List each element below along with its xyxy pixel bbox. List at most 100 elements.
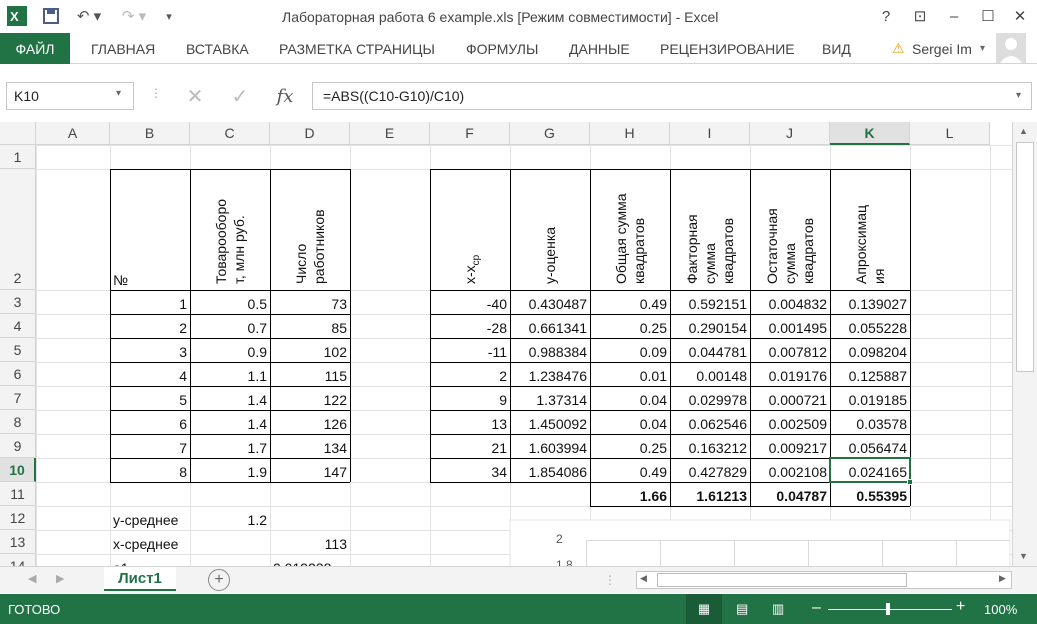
- column-header-d[interactable]: D: [270, 122, 350, 145]
- cell-f6[interactable]: 2: [430, 362, 510, 386]
- name-box[interactable]: K10: [6, 82, 134, 110]
- cell-f10[interactable]: 34: [430, 458, 510, 482]
- cell-c8[interactable]: 1.4: [190, 410, 270, 434]
- tab-file[interactable]: ФАЙЛ: [0, 33, 70, 64]
- maximize-button[interactable]: ☐: [974, 5, 1002, 27]
- row-header-6[interactable]: 6: [0, 362, 36, 386]
- cell-h4[interactable]: 0.25: [590, 314, 670, 338]
- cell-b6[interactable]: 4: [110, 362, 190, 386]
- column-header-j[interactable]: J: [750, 122, 830, 145]
- save-icon[interactable]: [38, 5, 64, 27]
- enter-icon[interactable]: ✓: [225, 82, 255, 110]
- cell-j9[interactable]: 0.009217: [750, 434, 830, 458]
- zoom-slider[interactable]: [828, 609, 952, 610]
- label-x-mean[interactable]: x-среднее: [110, 530, 190, 554]
- expand-formula-icon[interactable]: ▾: [1016, 90, 1021, 101]
- tab-data[interactable]: ДАННЫЕ: [569, 41, 630, 57]
- close-button[interactable]: ✕: [1006, 5, 1034, 27]
- header-residual-sum-squares[interactable]: Остаточная сумма квадратов: [750, 169, 830, 290]
- avatar[interactable]: [996, 33, 1026, 63]
- cell-i8[interactable]: 0.062546: [670, 410, 750, 434]
- chevron-down-icon[interactable]: ▾: [980, 43, 985, 54]
- normal-view-icon[interactable]: ▦: [686, 594, 722, 624]
- zoom-level[interactable]: 100%: [984, 602, 1017, 617]
- column-header-i[interactable]: I: [670, 122, 750, 145]
- value-y-mean[interactable]: 1.2: [190, 506, 270, 530]
- cell-d9[interactable]: 134: [270, 434, 350, 458]
- column-header-k[interactable]: K: [830, 122, 910, 145]
- cell-j3[interactable]: 0.004832: [750, 290, 830, 314]
- cell-j6[interactable]: 0.019176: [750, 362, 830, 386]
- row-header-13[interactable]: 13: [0, 530, 36, 554]
- horizontal-scrollbar[interactable]: ◀ ▶: [636, 571, 1012, 589]
- cell-h6[interactable]: 0.01: [590, 362, 670, 386]
- header-x-deviation[interactable]: x-xср: [430, 169, 510, 290]
- cell-f9[interactable]: 21: [430, 434, 510, 458]
- help-button[interactable]: ?: [872, 5, 900, 27]
- cell-g9[interactable]: 1.603994: [510, 434, 590, 458]
- label-y-mean[interactable]: y-среднее: [110, 506, 190, 530]
- tab-home[interactable]: ГЛАВНАЯ: [91, 41, 155, 57]
- header-approximation[interactable]: Апроксимац ия: [830, 169, 910, 290]
- cell-i6[interactable]: 0.00148: [670, 362, 750, 386]
- formula-input[interactable]: =ABS((C10-G10)/C10): [312, 82, 1032, 110]
- minimize-button[interactable]: –: [940, 5, 968, 27]
- cell-d4[interactable]: 85: [270, 314, 350, 338]
- total-j[interactable]: 0.04787: [750, 482, 830, 506]
- scroll-left-icon[interactable]: ◀: [640, 573, 647, 584]
- row-header-9[interactable]: 9: [0, 434, 36, 458]
- cell-g6[interactable]: 1.238476: [510, 362, 590, 386]
- cell-d5[interactable]: 102: [270, 338, 350, 362]
- cancel-icon[interactable]: ✕: [180, 82, 210, 110]
- cell-c4[interactable]: 0.7: [190, 314, 270, 338]
- cell-d6[interactable]: 115: [270, 362, 350, 386]
- cell-b3[interactable]: 1: [110, 290, 190, 314]
- cell-f4[interactable]: -28: [430, 314, 510, 338]
- column-header-l[interactable]: L: [910, 122, 990, 145]
- column-header-a[interactable]: A: [36, 122, 110, 145]
- total-k[interactable]: 0.55395: [830, 482, 910, 506]
- row-header-2[interactable]: 2: [0, 169, 36, 290]
- cell-c10[interactable]: 1.9: [190, 458, 270, 482]
- zoom-in-icon[interactable]: +: [956, 598, 965, 616]
- cell-h7[interactable]: 0.04: [590, 386, 670, 410]
- column-header-b[interactable]: B: [110, 122, 190, 145]
- insert-function-icon[interactable]: fx: [270, 82, 300, 110]
- row-header-11[interactable]: 11: [0, 482, 36, 506]
- header-workers[interactable]: Число работников: [270, 169, 350, 290]
- scroll-up-icon[interactable]: ▲: [1019, 126, 1028, 136]
- row-header-1[interactable]: 1: [0, 145, 36, 169]
- row-header-14[interactable]: 14: [0, 554, 36, 566]
- customize-qat-icon[interactable]: ▾: [160, 5, 178, 27]
- row-header-12[interactable]: 12: [0, 506, 36, 530]
- cell-k4[interactable]: 0.055228: [830, 314, 910, 338]
- cell-h10[interactable]: 0.49: [590, 458, 670, 482]
- cell-i10[interactable]: 0.427829: [670, 458, 750, 482]
- row-header-5[interactable]: 5: [0, 338, 36, 362]
- cell-f5[interactable]: -11: [430, 338, 510, 362]
- cell-c7[interactable]: 1.4: [190, 386, 270, 410]
- cell-k7[interactable]: 0.019185: [830, 386, 910, 410]
- cell-b7[interactable]: 5: [110, 386, 190, 410]
- cell-g4[interactable]: 0.661341: [510, 314, 590, 338]
- new-sheet-icon[interactable]: +: [208, 569, 230, 591]
- tab-insert[interactable]: ВСТАВКА: [186, 41, 249, 57]
- scroll-down-icon[interactable]: ▼: [1019, 551, 1028, 561]
- cell-i5[interactable]: 0.044781: [670, 338, 750, 362]
- page-layout-view-icon[interactable]: ▤: [736, 601, 748, 617]
- cell-f8[interactable]: 13: [430, 410, 510, 434]
- cell-d8[interactable]: 126: [270, 410, 350, 434]
- cell-b8[interactable]: 6: [110, 410, 190, 434]
- cell-g10[interactable]: 1.854086: [510, 458, 590, 482]
- column-header-f[interactable]: F: [430, 122, 510, 145]
- cell-i7[interactable]: 0.029978: [670, 386, 750, 410]
- cell-b4[interactable]: 2: [110, 314, 190, 338]
- cell-i3[interactable]: 0.592151: [670, 290, 750, 314]
- cell-g5[interactable]: 0.988384: [510, 338, 590, 362]
- row-header-3[interactable]: 3: [0, 290, 36, 314]
- total-h[interactable]: 1.66: [590, 482, 670, 506]
- cell-d7[interactable]: 122: [270, 386, 350, 410]
- cell-k3[interactable]: 0.139027: [830, 290, 910, 314]
- cell-h3[interactable]: 0.49: [590, 290, 670, 314]
- header-factor-sum-squares[interactable]: Факторная сумма квадратов: [670, 169, 750, 290]
